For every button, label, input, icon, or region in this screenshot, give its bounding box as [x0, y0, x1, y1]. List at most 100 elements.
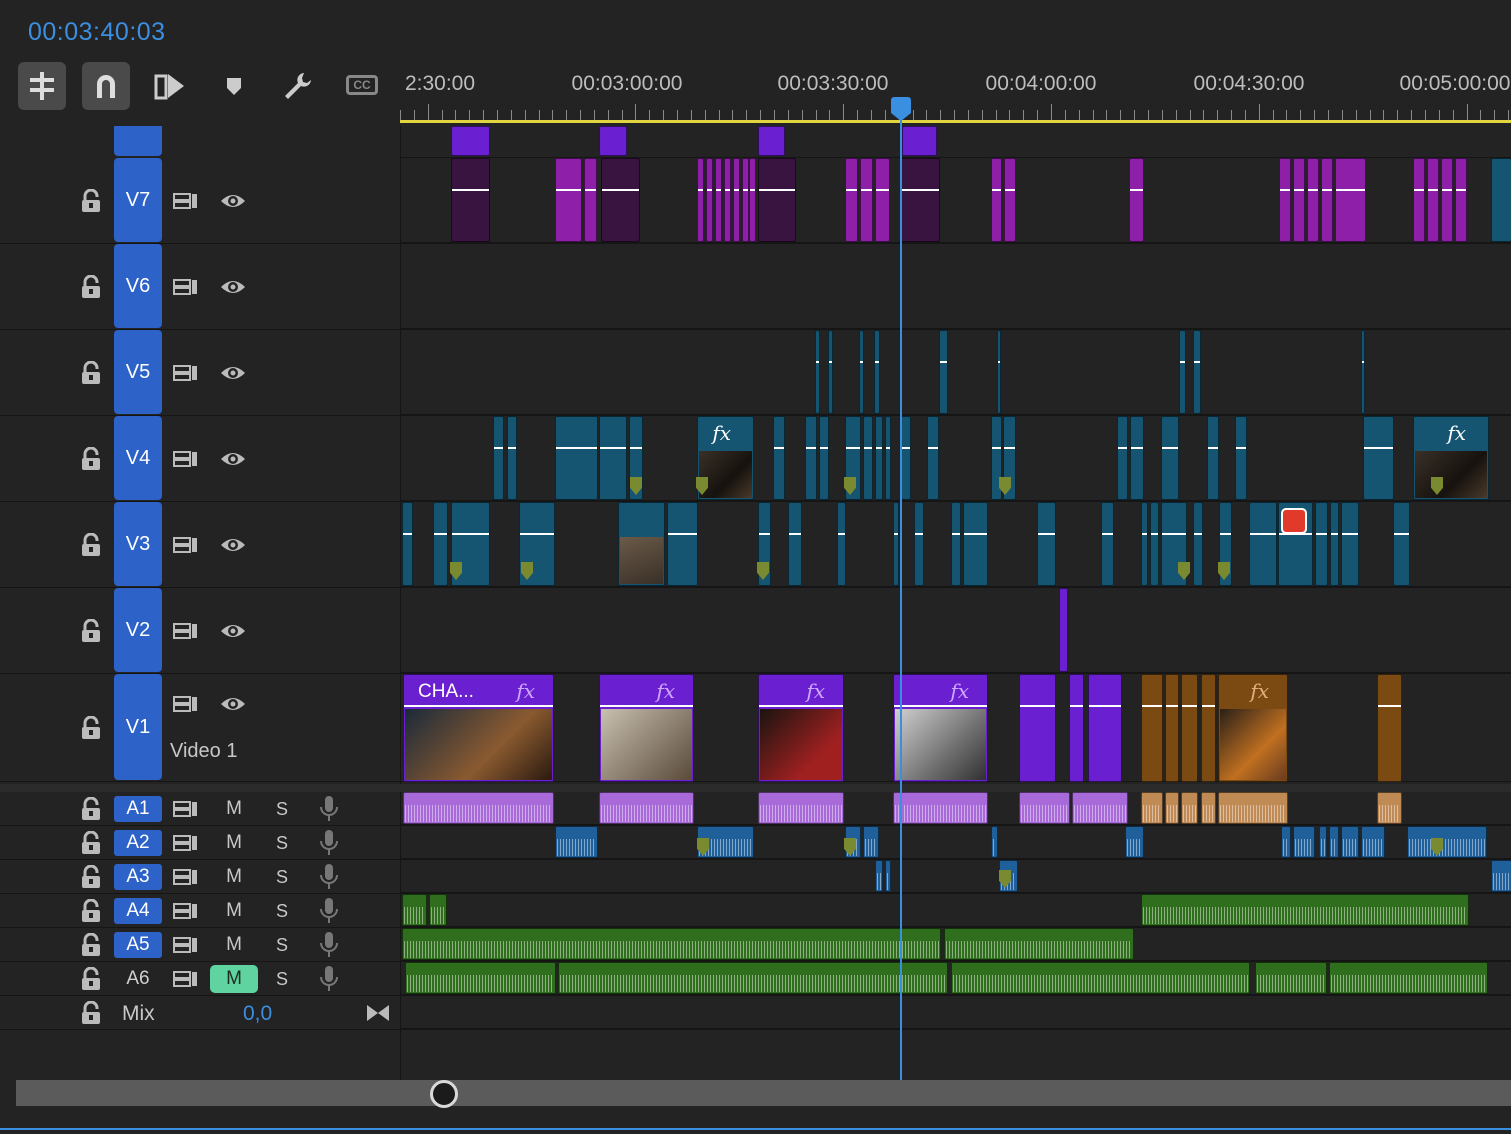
track-tag-v8[interactable] — [114, 126, 162, 156]
video-clip[interactable] — [1330, 502, 1339, 586]
video-clip[interactable] — [758, 126, 785, 156]
track-name[interactable]: Video 1 — [170, 740, 237, 763]
sync-lock-icon[interactable] — [173, 867, 199, 892]
video-clip[interactable] — [1130, 416, 1144, 500]
video-clip[interactable] — [893, 502, 899, 586]
audio-clip[interactable] — [885, 860, 891, 892]
v1-video-clip[interactable] — [1377, 674, 1402, 782]
track-target-v6[interactable]: V6 — [114, 244, 162, 328]
audio-clip[interactable] — [951, 962, 1250, 994]
audio-clip[interactable] — [429, 894, 447, 926]
lock-icon[interactable] — [80, 898, 102, 928]
audio-clip[interactable] — [1293, 826, 1315, 858]
v1-video-clip[interactable] — [1088, 674, 1122, 782]
audio-clip[interactable] — [1255, 962, 1327, 994]
video-clip[interactable] — [402, 502, 413, 586]
audio-clip[interactable] — [758, 792, 844, 824]
video-clip[interactable] — [1004, 158, 1016, 242]
missing-effect-warning-icon[interactable] — [1281, 508, 1307, 534]
video-clip[interactable] — [451, 158, 490, 242]
video-clip[interactable] — [1321, 158, 1333, 242]
sync-lock-icon[interactable] — [173, 191, 199, 216]
video-clip[interactable] — [1413, 158, 1425, 242]
video-clip[interactable] — [555, 416, 598, 500]
track-target-a6[interactable]: A6 — [114, 966, 162, 992]
sync-lock-icon[interactable] — [173, 901, 199, 926]
video-clip[interactable] — [815, 330, 820, 414]
audio-clip[interactable] — [405, 962, 556, 994]
video-clip[interactable] — [1427, 158, 1439, 242]
video-clip[interactable] — [874, 330, 880, 414]
audio-clip[interactable] — [1319, 826, 1327, 858]
solo-button[interactable]: S — [270, 863, 294, 891]
v1-video-clip[interactable] — [1165, 674, 1179, 782]
lock-icon[interactable] — [80, 1000, 102, 1030]
track-target-a4[interactable]: A4 — [114, 898, 162, 924]
voiceover-record-icon[interactable] — [319, 829, 339, 862]
video-clip[interactable] — [601, 158, 640, 242]
eye-icon[interactable] — [219, 363, 247, 388]
video-clip[interactable] — [859, 330, 864, 414]
video-clip[interactable] — [1307, 158, 1319, 242]
mute-button[interactable]: M — [210, 897, 258, 925]
video-clip[interactable] — [493, 416, 504, 500]
video-clip[interactable] — [1141, 502, 1148, 586]
video-clip[interactable] — [749, 158, 756, 242]
audio-clip[interactable] — [1141, 894, 1469, 926]
mute-button[interactable]: M — [210, 931, 258, 959]
lock-icon[interactable] — [80, 830, 102, 860]
voiceover-record-icon[interactable] — [319, 897, 339, 930]
lock-icon[interactable] — [80, 446, 102, 476]
video-clip[interactable] — [706, 158, 713, 242]
video-clip[interactable] — [875, 158, 890, 242]
audio-clip[interactable] — [558, 962, 948, 994]
sync-lock-icon[interactable] — [173, 799, 199, 824]
video-clip[interactable] — [724, 158, 731, 242]
video-clip[interactable] — [758, 158, 796, 242]
time-ruler[interactable]: 2:30:00 00:03:00:00 00:03:30:00 00:04:00… — [400, 60, 1511, 126]
track-target-a3[interactable]: A3 — [114, 864, 162, 890]
solo-button[interactable]: S — [270, 965, 294, 993]
video-clip[interactable] — [902, 126, 937, 156]
audio-clip[interactable] — [1072, 792, 1128, 824]
bowtie-icon[interactable] — [366, 1004, 390, 1027]
eye-icon[interactable] — [219, 449, 247, 474]
video-clip[interactable] — [742, 158, 749, 242]
video-clip[interactable] — [860, 158, 873, 242]
voiceover-record-icon[interactable] — [319, 795, 339, 828]
mix-volume-value[interactable]: 0,0 — [243, 1002, 272, 1026]
video-clip[interactable] — [1179, 330, 1186, 414]
audio-clip[interactable] — [991, 826, 998, 858]
video-clip[interactable] — [875, 416, 883, 500]
sync-lock-icon[interactable] — [173, 449, 199, 474]
video-clip[interactable] — [1363, 416, 1394, 500]
lock-icon[interactable] — [80, 188, 102, 218]
lock-icon[interactable] — [80, 715, 102, 745]
work-area-bar[interactable] — [400, 120, 1511, 123]
audio-clip[interactable] — [1165, 792, 1179, 824]
video-clip[interactable] — [733, 158, 740, 242]
sync-lock-icon[interactable] — [173, 621, 199, 646]
timeline-scrollbar[interactable] — [16, 1080, 1511, 1106]
video-clip[interactable] — [997, 330, 1001, 414]
video-clip[interactable] — [819, 416, 829, 500]
solo-button[interactable]: S — [270, 795, 294, 823]
video-clip[interactable] — [433, 502, 448, 586]
audio-clip[interactable] — [1407, 826, 1487, 858]
voiceover-record-icon[interactable] — [319, 931, 339, 964]
video-clip[interactable] — [1037, 502, 1056, 586]
mute-button[interactable]: M — [210, 965, 258, 993]
audio-clip[interactable] — [402, 894, 427, 926]
audio-clip[interactable] — [1281, 826, 1291, 858]
solo-button[interactable]: S — [270, 897, 294, 925]
video-clip[interactable] — [1059, 588, 1068, 672]
fx-video-clip[interactable]: fx — [1413, 416, 1489, 500]
v1-video-clip[interactable]: fx — [893, 674, 988, 782]
audio-clip[interactable] — [1341, 826, 1359, 858]
video-clip[interactable] — [599, 126, 627, 156]
video-clip[interactable] — [555, 158, 582, 242]
video-clip[interactable] — [991, 158, 1002, 242]
video-clip[interactable] — [1193, 330, 1201, 414]
v1-video-clip[interactable] — [1201, 674, 1216, 782]
track-target-a5[interactable]: A5 — [114, 932, 162, 958]
